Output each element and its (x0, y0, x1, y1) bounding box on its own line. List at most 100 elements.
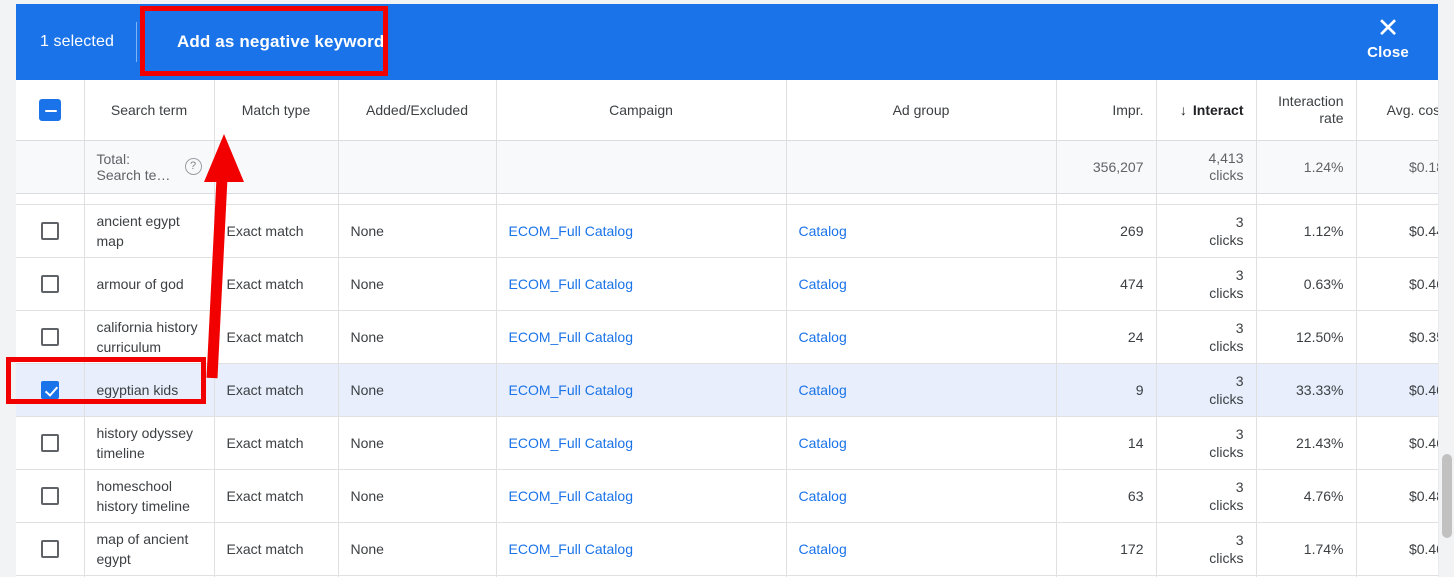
row-checkbox[interactable] (40, 433, 59, 452)
campaign-cell[interactable]: ECOM_Full Catalog (496, 522, 787, 576)
ad-group-cell-text[interactable]: Catalog (799, 435, 847, 451)
match-type-cell: Exact match (214, 469, 339, 523)
ad-group-cell-text[interactable]: Catalog (799, 382, 847, 398)
ad-group-cell-text[interactable]: Catalog (799, 541, 847, 557)
table-row[interactable]: california history curriculum Exact match… (16, 310, 1438, 364)
totals-match-type-cell (214, 140, 339, 194)
campaign-cell-text[interactable]: ECOM_Full Catalog (509, 276, 634, 292)
impressions-cell: 172 (1056, 522, 1157, 576)
impressions-cell: 474 (1056, 257, 1157, 311)
avg-cost-cell-text: $0.46 (1408, 275, 1438, 292)
impressions-cell-text: 14 (1127, 434, 1144, 451)
search-term-cell: egyptian kids (84, 363, 215, 417)
campaign-cell[interactable]: ECOM_Full Catalog (496, 469, 787, 523)
column-header-avg-cost[interactable]: Avg. cost (1356, 80, 1438, 141)
ad-group-cell[interactable]: Catalog (786, 416, 1057, 470)
campaign-cell-text[interactable]: ECOM_Full Catalog (509, 541, 634, 557)
search-term-cell: map of ancient egypt (84, 522, 215, 576)
table-cell (16, 193, 85, 205)
row-checkbox[interactable] (40, 327, 59, 346)
ad-group-cell[interactable]: Catalog (786, 204, 1057, 258)
table-row[interactable]: homeschool history timeline Exact match No… (16, 469, 1438, 523)
campaign-cell-text[interactable]: ECOM_Full Catalog (509, 435, 634, 451)
column-header-match-type[interactable]: Match type (214, 80, 339, 141)
row-checkbox-cell[interactable] (16, 469, 85, 523)
column-header-campaign[interactable]: Campaign (496, 80, 787, 141)
row-checkbox[interactable] (40, 221, 59, 240)
added-excluded-cell-text: None (350, 328, 384, 345)
interaction-rate-cell-text: 4.76% (1303, 487, 1344, 504)
interactions-value: 3 (1235, 531, 1244, 548)
impressions-cell: 14 (1056, 416, 1157, 470)
ad-group-cell[interactable]: Catalog (786, 310, 1057, 364)
interaction-rate-cell: 0.63% (1256, 257, 1357, 311)
column-header-interaction-rate-line1: Interaction (1278, 92, 1344, 109)
campaign-cell[interactable]: ECOM_Full Catalog (496, 257, 787, 311)
scrollbar-thumb[interactable] (1442, 454, 1452, 538)
ad-group-cell-text[interactable]: Catalog (799, 223, 847, 239)
campaign-cell-text[interactable]: ECOM_Full Catalog (509, 488, 634, 504)
interactions-value: 3 (1235, 319, 1244, 336)
add-as-negative-keyword-button[interactable]: Add as negative keyword (157, 20, 405, 64)
campaign-cell[interactable]: ECOM_Full Catalog (496, 416, 787, 470)
interactions-value: 3 (1235, 425, 1244, 442)
interaction-rate-cell: 21.43% (1256, 416, 1357, 470)
table-row-partial-top (16, 193, 1438, 205)
ad-group-cell-text[interactable]: Catalog (799, 329, 847, 345)
ad-group-cell-text[interactable]: Catalog (799, 488, 847, 504)
column-header-ad-group[interactable]: Ad group (786, 80, 1057, 141)
totals-ad-group-cell (786, 140, 1057, 194)
interactions-unit: clicks (1209, 443, 1244, 460)
row-checkbox[interactable] (40, 539, 59, 558)
interactions-cell: 3 clicks (1156, 204, 1257, 258)
select-all-checkbox[interactable] (38, 98, 61, 121)
avg-cost-cell-text: $0.35 (1408, 328, 1438, 345)
column-header-search-term[interactable]: Search term (84, 80, 215, 141)
row-checkbox-cell[interactable] (16, 522, 85, 576)
row-checkbox-cell[interactable] (16, 363, 85, 417)
ad-group-cell[interactable]: Catalog (786, 469, 1057, 523)
table-row[interactable]: map of ancient egypt Exact match None ECOM_… (16, 522, 1438, 576)
ad-group-cell[interactable]: Catalog (786, 363, 1057, 417)
table-cell (214, 193, 339, 205)
campaign-cell-text[interactable]: ECOM_Full Catalog (509, 223, 634, 239)
ad-group-cell[interactable]: Catalog (786, 257, 1057, 311)
added-excluded-cell: None (338, 416, 497, 470)
ad-group-cell[interactable]: Catalog (786, 522, 1057, 576)
column-header-interactions[interactable]: ↓ Interact (1156, 80, 1257, 141)
campaign-cell-text[interactable]: ECOM_Full Catalog (509, 382, 634, 398)
added-excluded-cell: None (338, 522, 497, 576)
column-header-interaction-rate[interactable]: Interaction rate (1256, 80, 1357, 141)
totals-interactions: 4,413 clicks (1156, 140, 1257, 194)
search-term-cell: homeschool history timeline (84, 469, 215, 523)
help-circle-icon[interactable]: ? (184, 158, 202, 175)
table-row[interactable]: armour of god Exact match None ECOM_Full Ca… (16, 257, 1438, 311)
row-checkbox[interactable] (40, 274, 59, 293)
vertical-scrollbar[interactable] (1438, 80, 1454, 577)
campaign-cell[interactable]: ECOM_Full Catalog (496, 363, 787, 417)
totals-label-cell: Total: Search te… ? (84, 140, 215, 194)
interaction-rate-cell: 4.76% (1256, 469, 1357, 523)
match-type-cell-text: Exact match (226, 275, 304, 292)
added-excluded-cell-text: None (350, 222, 384, 239)
sort-descending-icon: ↓ (1179, 101, 1187, 118)
table-cell (338, 193, 497, 205)
row-checkbox-cell[interactable] (16, 204, 85, 258)
row-checkbox-cell[interactable] (16, 257, 85, 311)
close-button[interactable]: ✕ Close (1360, 14, 1416, 61)
row-checkbox-cell[interactable] (16, 416, 85, 470)
table-row[interactable]: history odyssey timeline Exact match None E… (16, 416, 1438, 470)
campaign-cell[interactable]: ECOM_Full Catalog (496, 310, 787, 364)
row-checkbox[interactable] (40, 486, 59, 505)
campaign-cell[interactable]: ECOM_Full Catalog (496, 204, 787, 258)
ad-group-cell-text[interactable]: Catalog (799, 276, 847, 292)
column-header-added-excluded[interactable]: Added/Excluded (338, 80, 497, 141)
table-cell (1156, 193, 1257, 205)
column-header-impressions[interactable]: Impr. (1056, 80, 1157, 141)
avg-cost-cell-text: $0.48 (1408, 487, 1438, 504)
campaign-cell-text[interactable]: ECOM_Full Catalog (509, 329, 634, 345)
table-row[interactable]: egyptian kids Exact match None ECOM_Full Ca… (16, 363, 1438, 417)
row-checkbox[interactable] (40, 380, 59, 399)
row-checkbox-cell[interactable] (16, 310, 85, 364)
table-row[interactable]: ancient egypt map Exact match None ECOM_Ful… (16, 204, 1438, 258)
